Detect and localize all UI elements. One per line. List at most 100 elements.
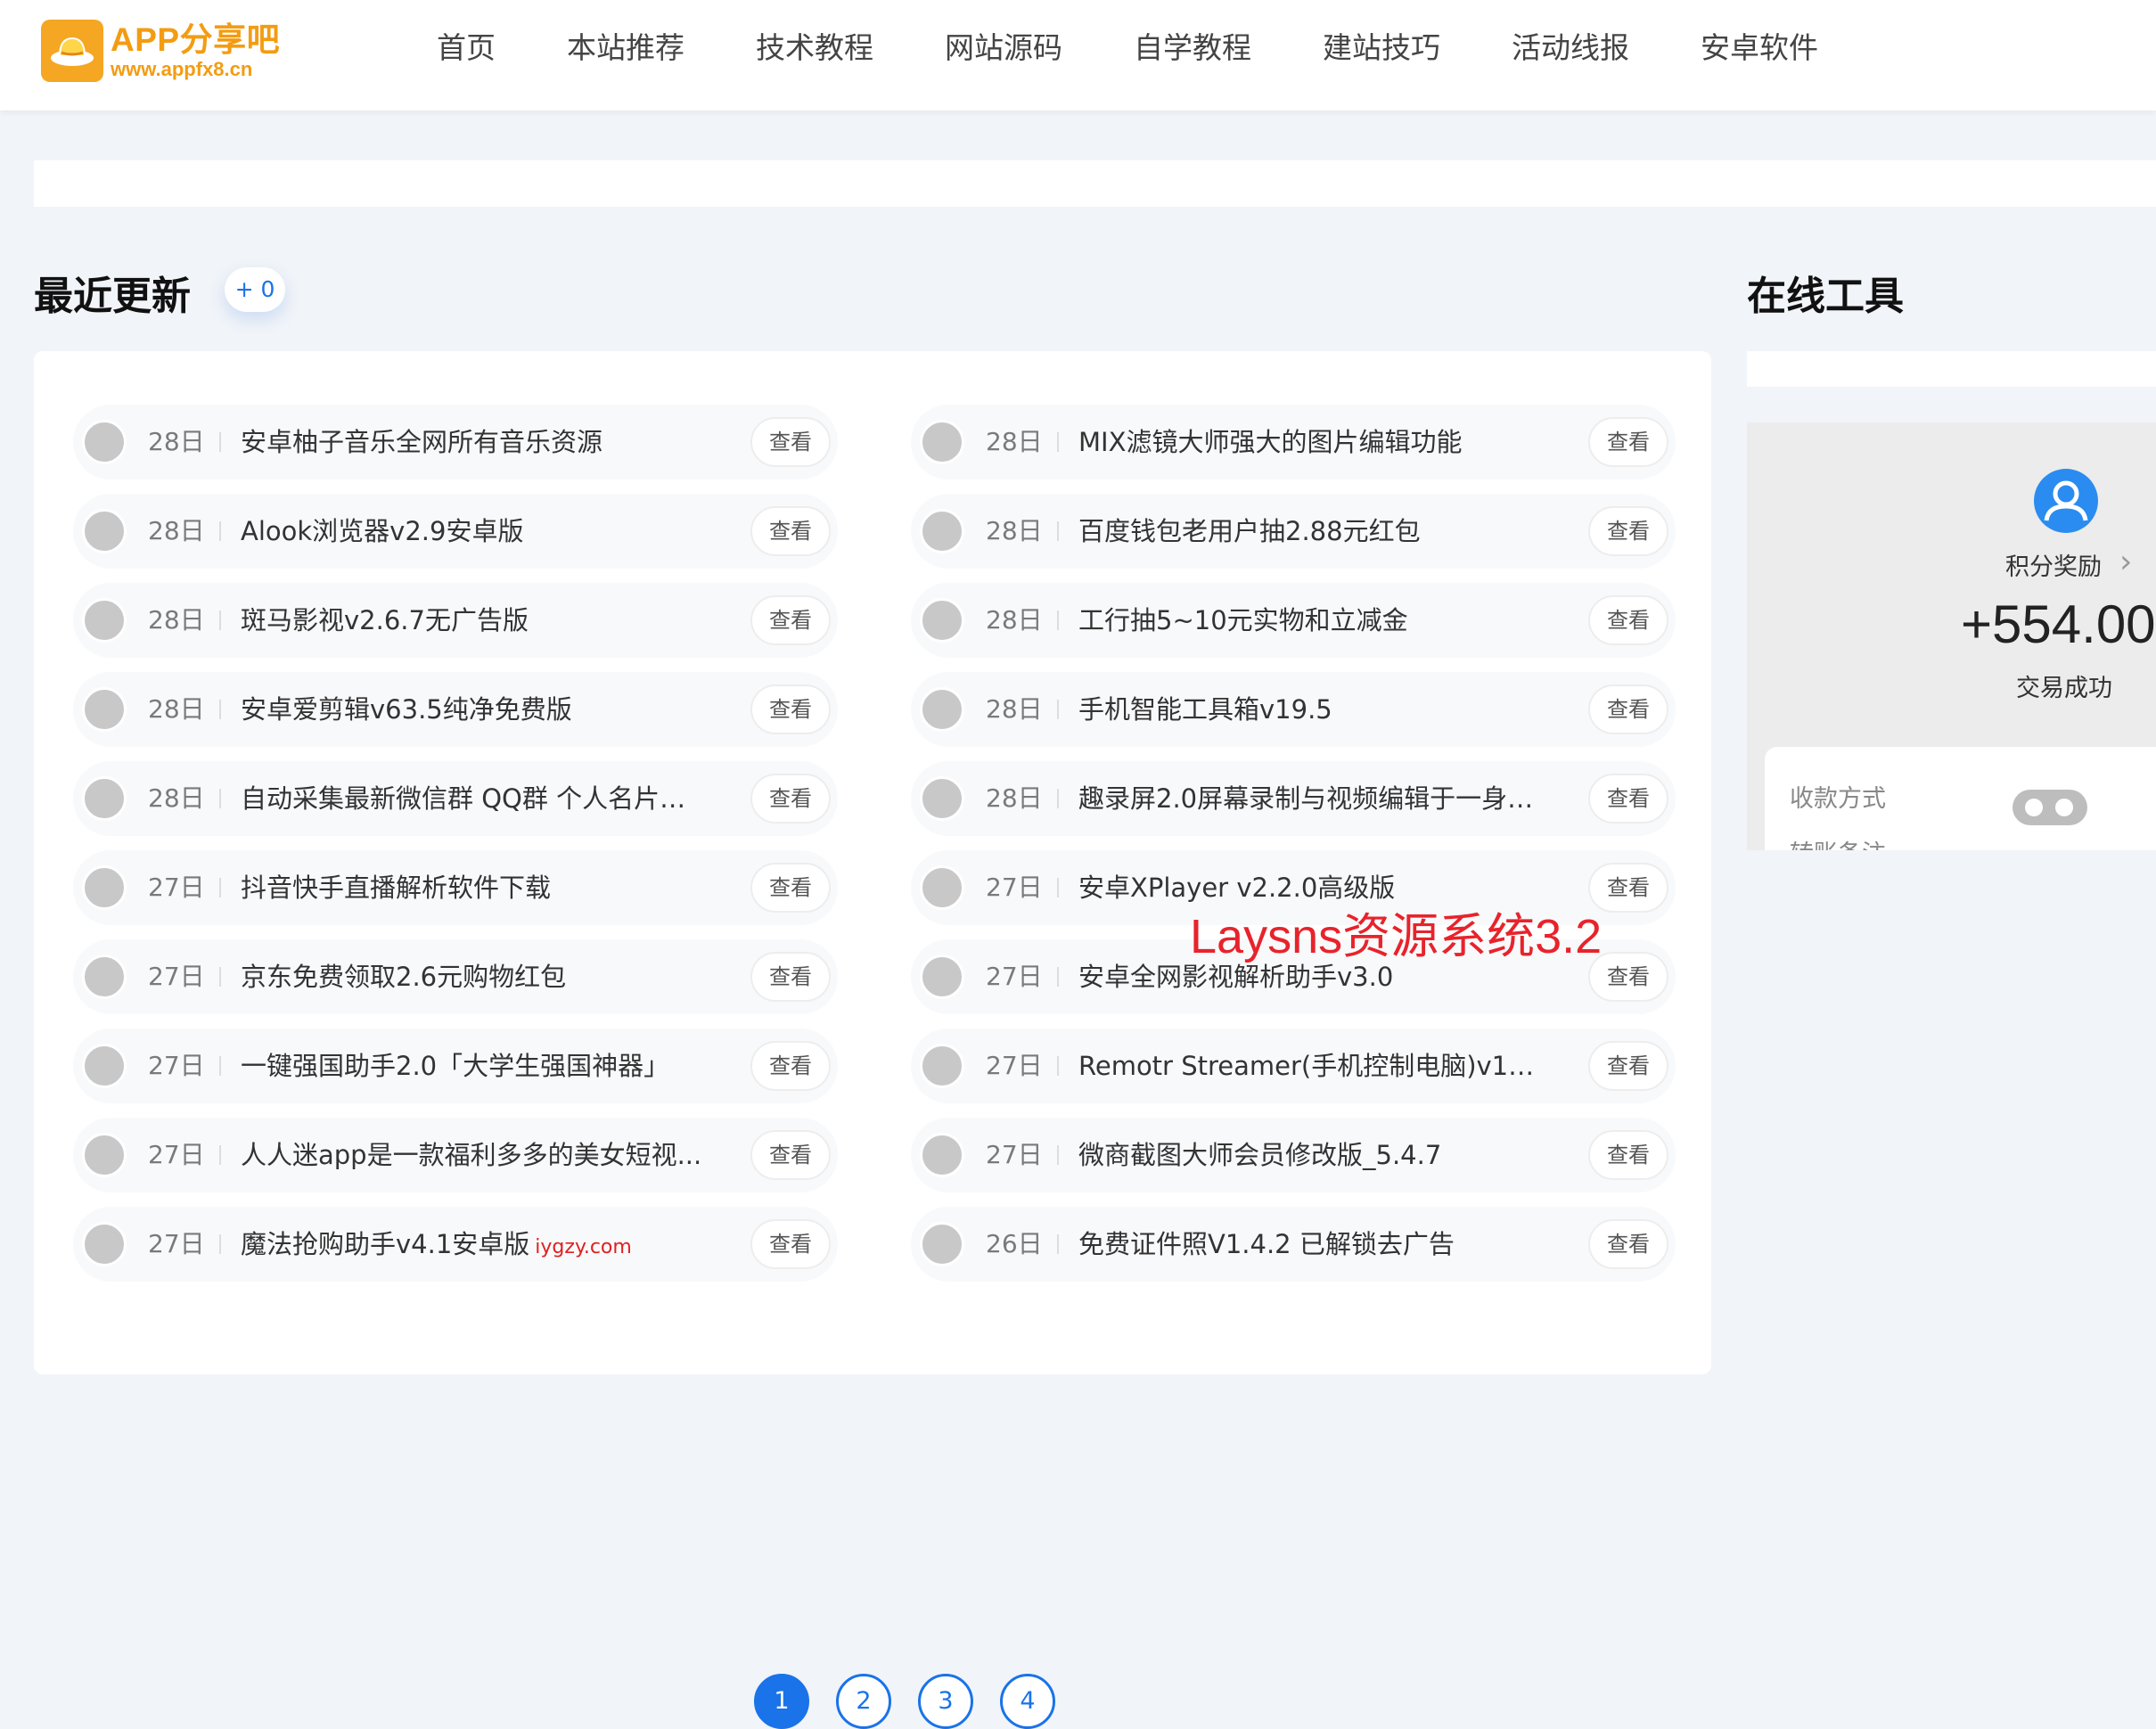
item-title[interactable]: 趣录屏2.0屏幕录制与视频编辑于一身，...	[1078, 761, 1542, 836]
item-title[interactable]: Alook浏览器v2.9安卓版	[241, 494, 704, 569]
item-divider	[219, 521, 221, 541]
page-button[interactable]: 1	[754, 1674, 809, 1729]
item-title-text: 抖音快手直播解析软件下载	[241, 873, 552, 903]
item-date: 28日	[148, 427, 205, 456]
view-button[interactable]: 查看	[750, 1219, 831, 1269]
item-divider	[219, 1234, 221, 1254]
item-title[interactable]: 一键强国助手2.0「大学生强国神器」	[241, 1028, 704, 1103]
item-title[interactable]: Remotr Streamer(手机控制电脑)v1.3.1...	[1078, 1028, 1542, 1103]
list-item[interactable]: 27日 微商截图大师会员修改版_5.4.7 查看	[911, 1118, 1676, 1192]
list-item[interactable]: 28日 手机智能工具箱v19.5 查看	[911, 672, 1676, 747]
item-title[interactable]: MIX滤镜大师强大的图片编辑功能	[1078, 405, 1542, 479]
item-title[interactable]: 抖音快手直播解析软件下载	[241, 850, 704, 925]
item-title-text: 京东免费领取2.6元购物红包	[241, 962, 567, 992]
item-thumbnail	[82, 420, 127, 464]
item-title[interactable]: 斑马影视v2.6.7无广告版	[241, 583, 704, 658]
view-button[interactable]: 查看	[1588, 1130, 1668, 1180]
list-item[interactable]: 28日 趣录屏2.0屏幕录制与视频编辑于一身，... 查看	[911, 761, 1676, 836]
reward-label: 积分奖励	[2005, 553, 2102, 581]
item-title[interactable]: 人人迷app是一款福利多多的美女短视...	[241, 1118, 704, 1192]
item-title[interactable]: 自动采集最新微信群 QQ群 个人名片等...	[241, 761, 704, 836]
logo-domain: www.appfx8.cn	[111, 57, 253, 80]
page-button[interactable]: 3	[918, 1674, 973, 1729]
nav-item[interactable]: 网站源码	[945, 25, 1062, 71]
list-item[interactable]: 27日 京东免费领取2.6元购物红包 查看	[73, 939, 838, 1014]
recent-updates-title: 最近更新	[34, 274, 191, 319]
online-tools-title: 在线工具	[1747, 274, 1904, 319]
item-title[interactable]: 工行抽5~10元实物和立减金	[1078, 583, 1542, 658]
list-item[interactable]: 27日 一键强国助手2.0「大学生强国神器」 查看	[73, 1028, 838, 1103]
view-button[interactable]: 查看	[750, 774, 831, 824]
view-button[interactable]: 查看	[1588, 595, 1668, 645]
item-title-text: Alook浏览器v2.9安卓版	[241, 516, 524, 546]
view-button[interactable]: 查看	[750, 506, 831, 556]
item-divider	[219, 878, 221, 897]
item-title-text: 免费证件照V1.4.2 已解锁去广告	[1078, 1229, 1455, 1259]
item-date: 27日	[986, 1051, 1043, 1080]
item-divider	[219, 789, 221, 808]
view-button[interactable]: 查看	[750, 952, 831, 1002]
item-date: 28日	[148, 516, 205, 545]
view-button[interactable]: 查看	[1588, 506, 1668, 556]
site-logo[interactable]: APP分享吧 www.appfx8.cn	[41, 20, 280, 82]
user-avatar-icon	[2034, 469, 2098, 533]
item-title[interactable]: 安卓柚子音乐全网所有音乐资源	[241, 405, 704, 479]
view-button[interactable]: 查看	[1588, 1041, 1668, 1091]
item-thumbnail	[920, 1222, 964, 1266]
view-button[interactable]: 查看	[1588, 1219, 1668, 1269]
item-date: 27日	[986, 873, 1043, 902]
item-title[interactable]: 手机智能工具箱v19.5	[1078, 672, 1542, 747]
list-item[interactable]: 28日 自动采集最新微信群 QQ群 个人名片等... 查看	[73, 761, 838, 836]
tools-tab-bar	[1747, 351, 2156, 387]
list-item[interactable]: 26日 免费证件照V1.4.2 已解锁去广告 查看	[911, 1207, 1676, 1282]
pay-method-toggle[interactable]	[2013, 790, 2087, 825]
tools-preview-card[interactable]: 积分奖励 › +554.00 交易成功 收款方式 转账备注	[1747, 422, 2156, 850]
list-item[interactable]: 28日 工行抽5~10元实物和立减金 查看	[911, 583, 1676, 658]
item-date: 28日	[986, 605, 1043, 635]
nav-item[interactable]: 本站推荐	[567, 25, 685, 71]
item-divider	[1057, 610, 1059, 630]
view-button[interactable]: 查看	[750, 1041, 831, 1091]
pagination: 1234	[754, 1674, 1082, 1729]
view-button[interactable]: 查看	[750, 1130, 831, 1180]
list-item[interactable]: 28日 Alook浏览器v2.9安卓版 查看	[73, 494, 838, 569]
nav-item[interactable]: 活动线报	[1512, 25, 1629, 71]
nav-item[interactable]: 首页	[437, 25, 496, 71]
view-button[interactable]: 查看	[750, 684, 831, 734]
view-button[interactable]: 查看	[750, 417, 831, 467]
list-item[interactable]: 27日 抖音快手直播解析软件下载 查看	[73, 850, 838, 925]
item-title[interactable]: 安卓爱剪辑v63.5纯净免费版	[241, 672, 704, 747]
list-item[interactable]: 28日 安卓爱剪辑v63.5纯净免费版 查看	[73, 672, 838, 747]
list-item[interactable]: 28日 百度钱包老用户抽2.88元红包 查看	[911, 494, 1676, 569]
view-button[interactable]: 查看	[1588, 684, 1668, 734]
transaction-status: 交易成功	[2016, 675, 2112, 702]
item-title-text: 百度钱包老用户抽2.88元红包	[1078, 516, 1421, 546]
page-button[interactable]: 4	[1000, 1674, 1055, 1729]
nav-item[interactable]: 安卓软件	[1701, 25, 1818, 71]
item-title[interactable]: 京东免费领取2.6元购物红包	[241, 939, 704, 1014]
item-divider	[219, 1145, 221, 1165]
view-button[interactable]: 查看	[1588, 774, 1668, 824]
list-item[interactable]: 27日 人人迷app是一款福利多多的美女短视... 查看	[73, 1118, 838, 1192]
list-item[interactable]: 28日 斑马影视v2.6.7无广告版 查看	[73, 583, 838, 658]
item-divider	[1057, 967, 1059, 987]
item-thumbnail	[920, 776, 964, 821]
list-item[interactable]: 27日 魔法抢购助手v4.1安卓版 iygzy.com 查看	[73, 1207, 838, 1282]
item-date: 27日	[148, 1051, 205, 1080]
item-title[interactable]: 百度钱包老用户抽2.88元红包	[1078, 494, 1542, 569]
item-title[interactable]: 免费证件照V1.4.2 已解锁去广告	[1078, 1207, 1542, 1282]
view-button[interactable]: 查看	[750, 595, 831, 645]
list-item[interactable]: 27日 Remotr Streamer(手机控制电脑)v1.3.1... 查看	[911, 1028, 1676, 1103]
item-thumbnail	[82, 509, 127, 553]
list-item[interactable]: 28日 安卓柚子音乐全网所有音乐资源 查看	[73, 405, 838, 479]
nav-item[interactable]: 技术教程	[756, 25, 873, 71]
nav-item[interactable]: 自学教程	[1134, 25, 1251, 71]
nav-item[interactable]: 建站技巧	[1323, 25, 1440, 71]
list-item[interactable]: 28日 MIX滤镜大师强大的图片编辑功能 查看	[911, 405, 1676, 479]
view-button[interactable]: 查看	[1588, 417, 1668, 467]
view-button[interactable]: 查看	[750, 863, 831, 913]
item-date: 27日	[148, 1229, 205, 1258]
item-title[interactable]: 微商截图大师会员修改版_5.4.7	[1078, 1118, 1542, 1192]
page-button[interactable]: 2	[836, 1674, 891, 1729]
item-title[interactable]: 魔法抢购助手v4.1安卓版 iygzy.com	[241, 1207, 704, 1285]
